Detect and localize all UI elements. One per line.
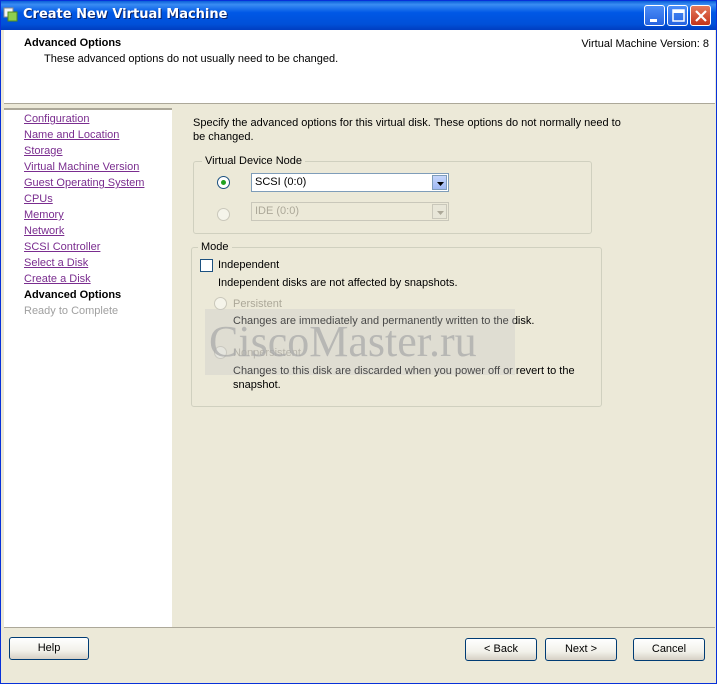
step-cpus[interactable]: CPUs: [24, 193, 53, 205]
wizard-footer: Help < Back Next > Cancel: [4, 627, 715, 681]
step-select-disk[interactable]: Select a Disk: [24, 257, 88, 269]
virtual-device-node-legend: Virtual Device Node: [202, 155, 306, 167]
ide-dropdown-button[interactable]: [432, 204, 447, 219]
cancel-button[interactable]: Cancel: [633, 638, 705, 661]
step-advanced-options: Advanced Options: [24, 289, 122, 301]
ide-radio[interactable]: [217, 208, 230, 221]
title-bar[interactable]: Create New Virtual Machine: [1, 1, 716, 30]
maximize-icon: [672, 9, 685, 22]
chevron-down-icon: [437, 182, 444, 186]
watermark: CiscoMaster.ru: [205, 309, 515, 375]
intro-text: Specify the advanced options for this vi…: [193, 117, 621, 143]
step-ready-to-complete: Ready to Complete: [24, 305, 119, 317]
step-configuration[interactable]: Configuration: [24, 113, 89, 125]
vm-version-label: Virtual Machine Version: 8: [581, 38, 709, 50]
step-memory[interactable]: Memory: [24, 209, 64, 221]
wizard-window: Create New Virtual Machine Advanced Opti…: [0, 0, 717, 684]
chevron-down-icon: [437, 211, 444, 215]
help-button[interactable]: Help: [9, 637, 89, 660]
step-scsi-controller[interactable]: SCSI Controller: [24, 241, 100, 253]
independent-checkbox[interactable]: [200, 259, 213, 272]
virtual-device-node-group: Virtual Device Node SCSI (0:0) IDE (0:0): [193, 155, 592, 234]
independent-description: Independent disks are not affected by sn…: [218, 277, 458, 289]
nonpersistent-description-line2: snapshot.: [233, 379, 281, 391]
close-icon: [695, 10, 707, 22]
scsi-dropdown-button[interactable]: [432, 175, 447, 190]
step-create-disk[interactable]: Create a Disk: [24, 273, 91, 285]
back-button[interactable]: < Back: [465, 638, 537, 661]
independent-label: Independent: [218, 259, 280, 271]
wizard-header: Advanced Options These advanced options …: [4, 30, 715, 104]
step-vm-version[interactable]: Virtual Machine Version: [24, 161, 139, 173]
vsphere-app-icon: [3, 7, 18, 22]
step-guest-os[interactable]: Guest Operating System: [24, 177, 144, 189]
step-network[interactable]: Network: [24, 225, 64, 237]
maximize-button[interactable]: [667, 5, 688, 26]
minimize-button[interactable]: [644, 5, 665, 26]
wizard-steps-sidebar: Configuration Name and Location Storage …: [4, 108, 172, 627]
scsi-node-select[interactable]: SCSI (0:0): [251, 173, 449, 192]
scsi-radio[interactable]: [217, 176, 230, 189]
next-button[interactable]: Next >: [545, 638, 617, 661]
step-title: Advanced Options: [24, 37, 122, 49]
ide-node-select[interactable]: IDE (0:0): [251, 202, 449, 221]
mode-legend: Mode: [198, 241, 232, 253]
step-storage[interactable]: Storage: [24, 145, 63, 157]
close-button[interactable]: [690, 5, 711, 26]
step-name-and-location[interactable]: Name and Location: [24, 129, 119, 141]
minimize-icon: [650, 19, 657, 22]
ide-node-value: IDE (0:0): [255, 205, 300, 217]
window-title: Create New Virtual Machine: [23, 7, 228, 22]
step-subtitle: These advanced options do not usually ne…: [44, 53, 339, 65]
scsi-node-value: SCSI (0:0): [255, 176, 307, 188]
